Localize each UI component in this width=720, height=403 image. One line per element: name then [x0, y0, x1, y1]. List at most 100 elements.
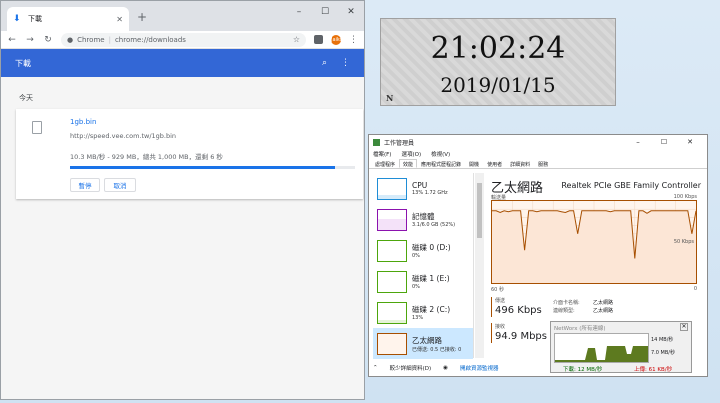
menu-file[interactable]: 檔案(F)	[373, 150, 391, 158]
omnibox-scheme: Chrome	[77, 35, 105, 44]
tab-title: 下載	[28, 15, 42, 23]
pause-button[interactable]: 暫停	[70, 178, 100, 192]
tab-strip: ⬇ 下載 ✕ + – ☐ ✕	[1, 1, 364, 31]
download-status: 10.3 MB/秒 - 929 MB，總共 1,000 MB，還剩 6 秒	[70, 153, 223, 161]
tm-maximize-button[interactable]: ☐	[651, 138, 677, 146]
sidebar-scrollbar[interactable]	[475, 173, 484, 358]
toolbar: ← → ↻ ● Chrome | chrome://downloads ☆ Ja…	[1, 31, 364, 49]
sidebar-item-value: 3.1/6.0 GB (52%)	[412, 222, 456, 228]
clock-date: 2019/01/15	[440, 73, 556, 97]
cancel-button[interactable]: 取消	[104, 178, 136, 192]
throughput-area	[492, 210, 696, 283]
networx-download-rate: 下載: 12 MB/秒	[563, 367, 603, 373]
networx-graph-svg	[555, 346, 648, 362]
networx-widget: NetWorx (所有連線) ✕ 14 MB/秒 7.0 MB/秒 下載: 12…	[550, 321, 692, 373]
forward-button[interactable]: →	[25, 35, 35, 45]
tab-users[interactable]: 使用者	[483, 159, 506, 168]
tab-downloads[interactable]: ⬇ 下載 ✕	[7, 7, 129, 31]
downloads-header: 下載 ⌕ ⋮	[1, 49, 364, 77]
tab-services[interactable]: 服務	[534, 159, 552, 168]
sidebar-item-value: 13%	[412, 315, 424, 321]
graph-left-label: 60 秒	[491, 287, 504, 293]
send-indicator	[491, 297, 492, 317]
sidebar-item-disk0[interactable]: 磁碟 0 (D:) 0%	[373, 235, 473, 266]
networx-close-button[interactable]: ✕	[680, 323, 688, 331]
file-source-url[interactable]: http://speed.vee.com.tw/1gb.bin	[70, 132, 176, 140]
menu-view[interactable]: 檢視(V)	[431, 150, 450, 158]
disk2-thumbnail	[377, 301, 407, 324]
task-manager-icon	[373, 138, 380, 146]
reload-button[interactable]: ↻	[43, 35, 53, 45]
extension-icon[interactable]	[314, 35, 323, 44]
chrome-icon: ●	[67, 35, 74, 44]
resource-monitor-link[interactable]: 開啟資源監視器	[460, 364, 499, 372]
address-bar[interactable]: ● Chrome | chrome://downloads ☆	[61, 32, 306, 47]
tm-window-controls: – ☐ ✕	[625, 138, 703, 146]
adapter-name: Realtek PCIe GBE Family Controller	[561, 181, 701, 190]
sidebar-item-value: 0%	[412, 284, 420, 290]
omnibox-separator: |	[108, 35, 111, 44]
throughput-graph: 50 Kbps	[491, 200, 697, 284]
sidebar-item-label: CPU	[412, 181, 428, 190]
send-value: 496 Kbps	[495, 305, 542, 316]
throughput-graph-svg	[492, 201, 697, 283]
tab-startup[interactable]: 開機	[465, 159, 483, 168]
sidebar-item-cpu[interactable]: CPU 13% 1.72 GHz	[373, 173, 473, 204]
window-controls: – ☐ ✕	[286, 7, 364, 17]
chevron-up-icon[interactable]: ⌃	[373, 365, 378, 371]
tm-footer: ⌃ 較少詳細資料(D) ◉ 開啟資源監視器	[373, 364, 498, 372]
download-progress-fill	[70, 166, 336, 169]
sidebar-item-ethernet[interactable]: 乙太網路 已傳送: 0.5 已接收: 0	[373, 328, 473, 359]
download-icon: ⬇	[13, 13, 21, 24]
sidebar-item-disk2[interactable]: 磁碟 2 (C:) 13%	[373, 297, 473, 328]
close-icon[interactable]: ✕	[116, 15, 123, 24]
tab-processes[interactable]: 處理程序	[371, 159, 399, 168]
sidebar-item-disk1[interactable]: 磁碟 1 (E:) 0%	[373, 266, 473, 297]
recv-value: 94.9 Mbps	[495, 331, 547, 342]
networx-graph	[554, 333, 649, 363]
download-progress	[70, 166, 355, 169]
less-details-link[interactable]: 較少詳細資料(D)	[390, 364, 432, 372]
desktop-clock: 21:02:24 2019/01/15 N	[380, 18, 616, 106]
search-icon[interactable]: ⌕	[322, 58, 327, 68]
back-button[interactable]: ←	[7, 35, 17, 45]
sidebar-item-label: 磁碟 1 (E:)	[412, 274, 450, 283]
file-name-link[interactable]: 1gb.bin	[70, 118, 96, 126]
maximize-button[interactable]: ☐	[312, 7, 338, 17]
sidebar-item-memory[interactable]: 記憶體 3.1/6.0 GB (52%)	[373, 204, 473, 235]
adapter-name-value: 乙太網路	[593, 300, 614, 306]
tab-details[interactable]: 詳細資料	[506, 159, 534, 168]
menu-icon[interactable]: ⋮	[349, 35, 358, 45]
star-icon[interactable]: ☆	[293, 35, 300, 44]
menu-options[interactable]: 選項(O)	[401, 150, 421, 158]
minimize-button[interactable]: –	[286, 7, 312, 17]
networx-scale-top: 14 MB/秒	[651, 337, 674, 343]
sidebar-item-label: 磁碟 2 (C:)	[412, 305, 451, 314]
networx-upload-rate: 上傳: 61 KB/秒	[634, 367, 673, 373]
recv-indicator	[491, 323, 492, 343]
tab-performance[interactable]: 效能	[399, 159, 418, 168]
new-tab-button[interactable]: +	[137, 10, 147, 24]
disk0-thumbnail	[377, 239, 407, 262]
performance-sidebar: CPU 13% 1.72 GHz 記憶體 3.1/6.0 GB (52%) 磁碟 0…	[373, 173, 474, 359]
sidebar-item-label: 乙太網路	[412, 335, 442, 345]
task-manager-titlebar: 工作管理員 – ☐ ✕	[369, 135, 707, 149]
tm-minimize-button[interactable]: –	[625, 138, 651, 146]
tm-close-button[interactable]: ✕	[677, 138, 703, 146]
file-icon	[32, 121, 42, 134]
send-label: 傳送	[495, 298, 506, 304]
avatar[interactable]: Jaiko	[331, 34, 343, 45]
networx-title: NetWorx (所有連線)	[554, 326, 606, 332]
tab-app-history[interactable]: 應用程式歷程記錄	[417, 159, 465, 168]
networx-download-area	[555, 346, 648, 362]
cpu-thumbnail	[377, 177, 407, 200]
more-icon[interactable]: ⋮	[341, 58, 350, 68]
resource-monitor-icon: ◉	[443, 365, 448, 371]
scrollbar-thumb[interactable]	[477, 183, 482, 238]
memory-thumbnail	[377, 208, 407, 231]
clock-time: 21:02:24	[430, 31, 566, 66]
tm-tabs: 處理程序 效能 應用程式歷程記錄 開機 使用者 詳細資料 服務	[369, 159, 707, 169]
adapter-name-label: 介面卡名稱:	[553, 300, 580, 306]
recv-label: 接收	[495, 324, 506, 330]
close-window-button[interactable]: ✕	[338, 7, 364, 17]
